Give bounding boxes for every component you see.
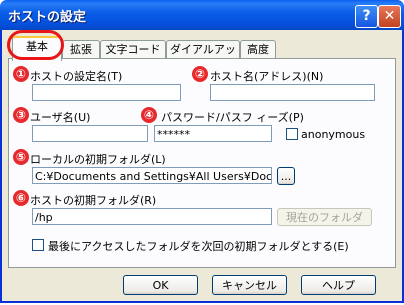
host-settings-dialog: ホストの設定 ? ✕ 基本 拡張 文字コード ダイアルアップ 高度 ① ホストの… (0, 0, 404, 303)
password-input[interactable]: ****** (154, 125, 272, 142)
setting-name-input[interactable] (32, 84, 181, 101)
password-label: パスワード/パスフ ィーズ(P) (161, 111, 304, 124)
tab-advanced[interactable]: 高度 (240, 40, 276, 59)
title-bar[interactable]: ホストの設定 ? ✕ (0, 0, 404, 30)
help-button[interactable]: ヘルプ (301, 275, 376, 295)
ok-button[interactable]: OK (123, 275, 198, 295)
host-folder-label: ホストの初期フォルダ(R) (30, 194, 157, 207)
cancel-button[interactable]: キャンセル (212, 275, 287, 295)
tab-highlight-ring (7, 30, 64, 60)
marker-3: ③ (13, 107, 29, 123)
anonymous-label: anonymous (301, 128, 366, 141)
tab-panel-basic: ① ホストの設定名(T) ② ホスト名(アドレス)(N) ③ ユーザ名(U) ④… (8, 58, 396, 268)
marker-2: ② (192, 66, 208, 82)
marker-6: ⑥ (13, 190, 29, 206)
current-folder-button[interactable]: 現在のフォルダ (277, 208, 372, 226)
marker-4: ④ (141, 107, 157, 123)
host-name-input[interactable] (210, 84, 375, 101)
tab-dialup[interactable]: ダイアルアップ (166, 40, 240, 74)
help-title-button[interactable]: ? (355, 5, 378, 28)
user-name-label: ユーザ名(U) (30, 111, 91, 124)
local-folder-input[interactable]: C:¥Documents and Settings¥All Users¥Docu… (32, 167, 272, 184)
setting-name-label: ホストの設定名(T) (30, 70, 123, 83)
remember-last-folder-checkbox[interactable] (32, 239, 44, 251)
browse-local-folder-button[interactable]: ... (277, 167, 295, 185)
close-button[interactable]: ✕ (378, 5, 401, 28)
marker-5: ⑤ (13, 149, 29, 165)
tab-encoding[interactable]: 文字コード (100, 40, 166, 59)
window-title: ホストの設定 (8, 10, 87, 25)
anonymous-checkbox[interactable] (286, 128, 298, 140)
host-folder-input[interactable]: /hp (32, 208, 272, 225)
tab-extended[interactable]: 拡張 (62, 40, 100, 59)
local-folder-label: ローカルの初期フォルダ(L) (30, 153, 166, 166)
marker-1: ① (13, 66, 29, 82)
remember-last-folder-label: 最後にアクセスしたフォルダを次回の初期フォルダとする(E) (48, 240, 349, 253)
host-name-label: ホスト名(アドレス)(N) (210, 70, 324, 83)
user-name-input[interactable] (32, 125, 148, 142)
